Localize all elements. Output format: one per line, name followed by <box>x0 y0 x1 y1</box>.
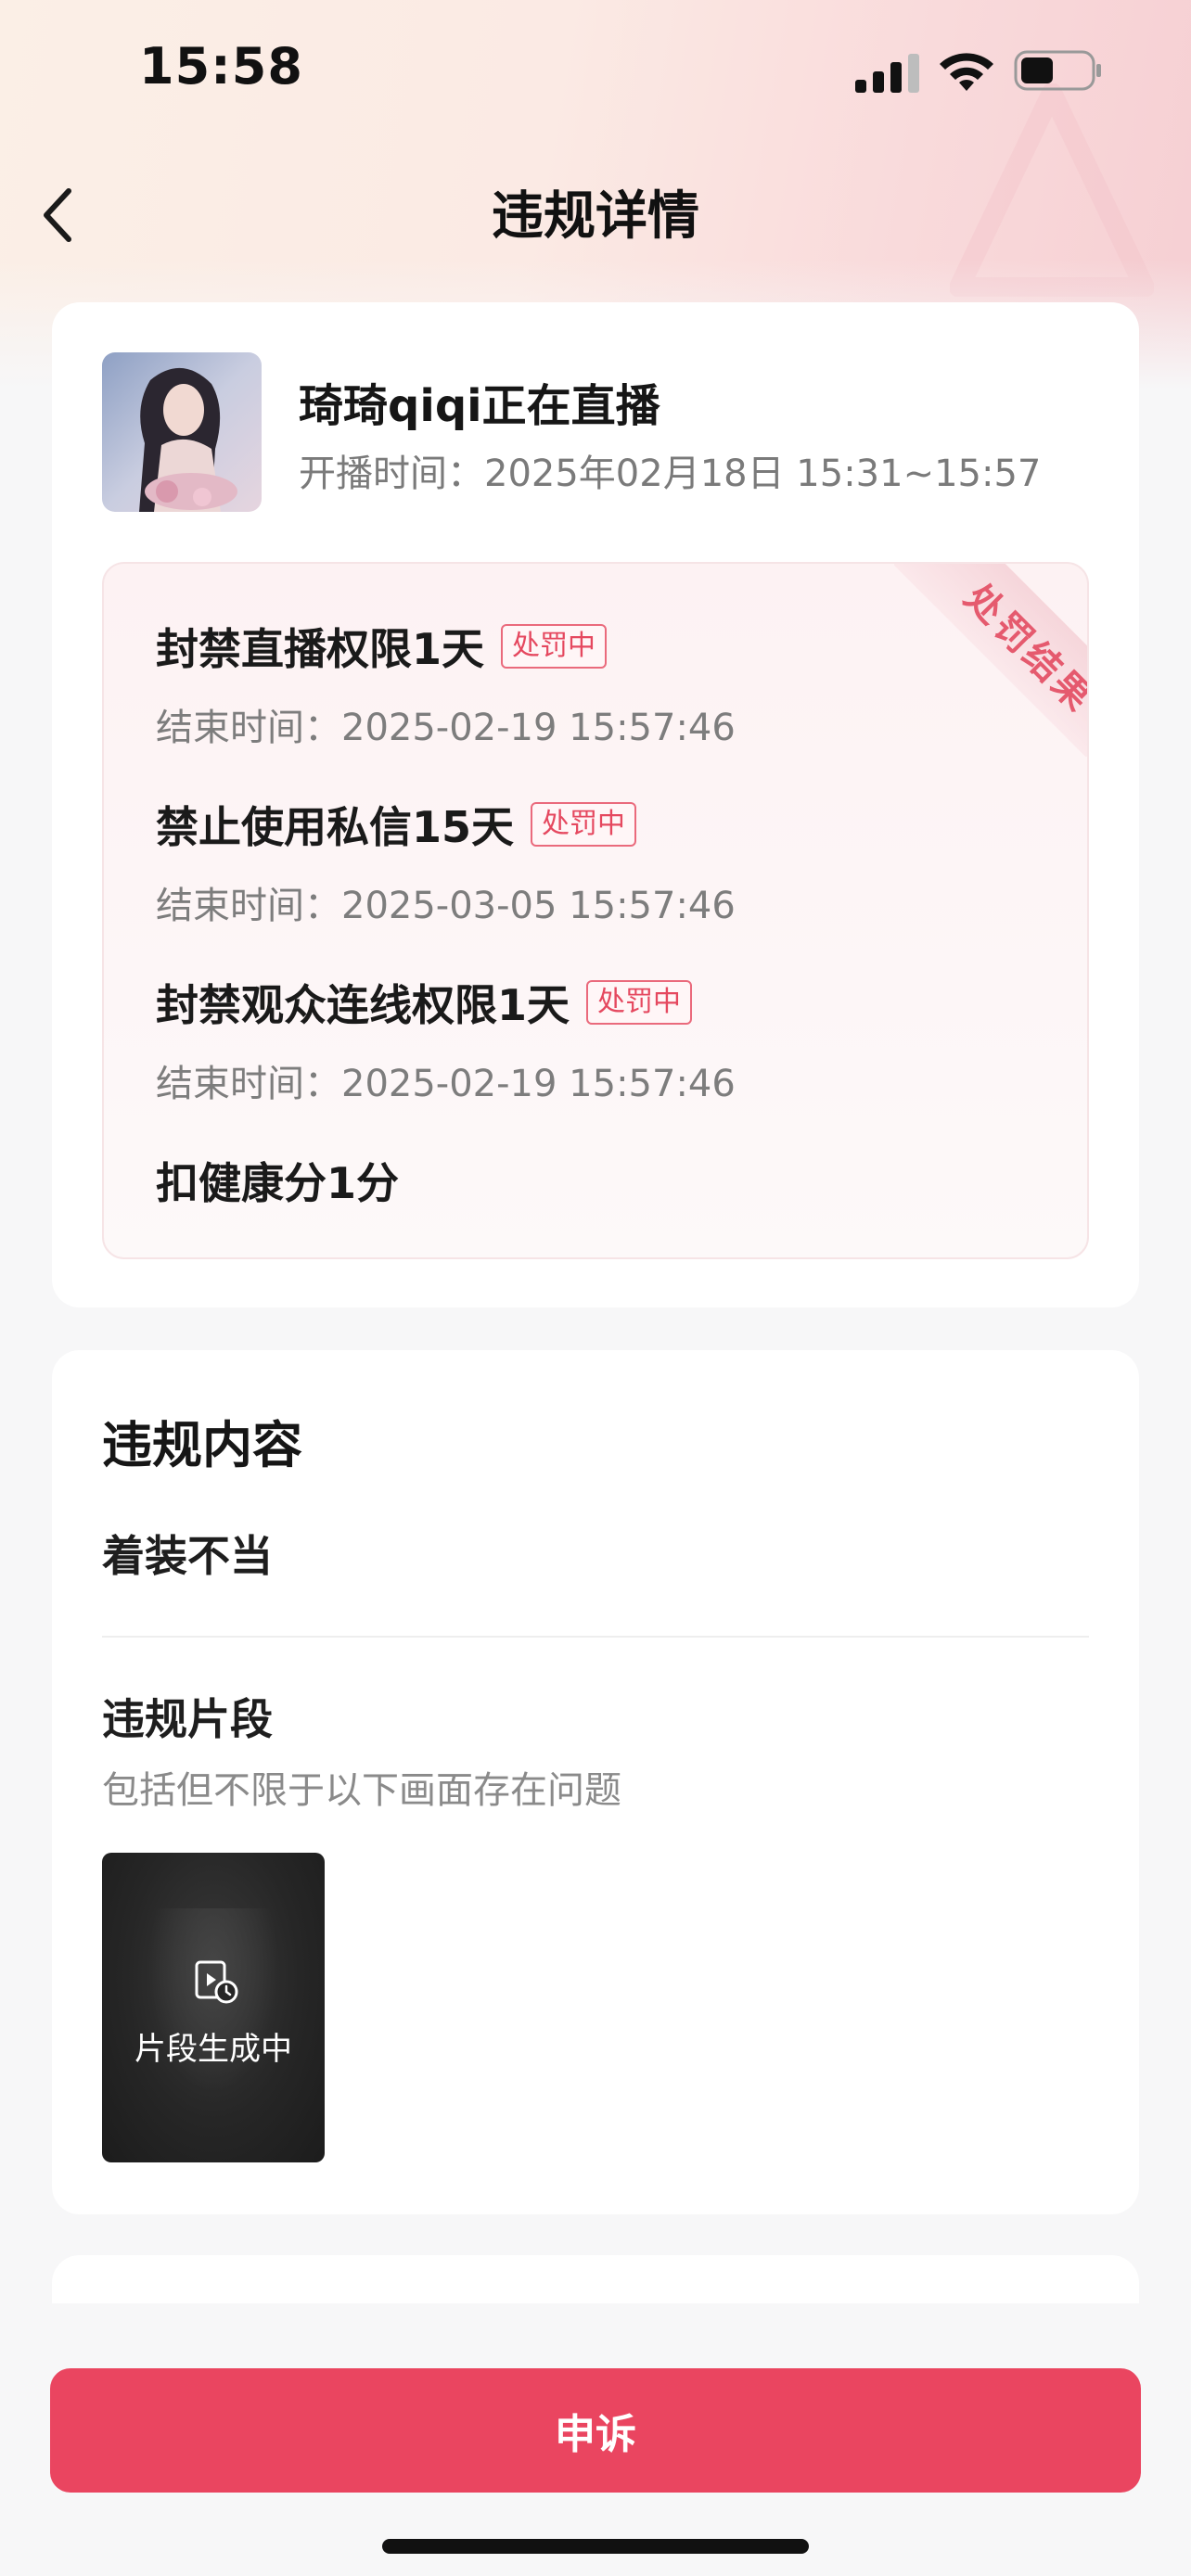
status-time: 15:58 <box>139 37 303 96</box>
status-bar: 15:58 <box>0 0 1191 139</box>
clip-description: 包括但不限于以下画面存在问题 <box>102 1769 621 1812</box>
penalty-result-ribbon: 处罚结果 <box>894 564 1089 757</box>
penalty-result-box: 处罚结果 封禁直播权限1天 处罚中 结束时间：2025-02-19 15:57:… <box>102 562 1089 1259</box>
violation-clip-thumbnail[interactable]: 片段生成中 <box>102 1853 325 2162</box>
cellular-signal-icon <box>855 54 919 93</box>
penalty-item: 禁止使用私信15天 处罚中 结束时间：2025-03-05 15:57:46 <box>156 794 736 929</box>
penalty-card: 琦琦qiqi正在直播 开播时间：2025年02月18日 15:31~15:57 … <box>52 302 1139 1307</box>
page-title: 违规详情 <box>492 186 699 247</box>
live-time: 开播时间：2025年02月18日 15:31~15:57 <box>299 453 1042 495</box>
penalty-label: 封禁直播权限1天 <box>156 624 485 674</box>
clip-status: 片段生成中 <box>134 2031 292 2068</box>
penalty-label: 禁止使用私信15天 <box>156 802 515 852</box>
streamer-live-title: 琦琦qiqi正在直播 <box>299 380 660 432</box>
clip-title: 违规片段 <box>102 1694 273 1744</box>
penalty-item: 封禁直播权限1天 处罚中 结束时间：2025-02-19 15:57:46 <box>156 616 736 751</box>
violation-section-title: 违规内容 <box>102 1416 302 1474</box>
violation-card: 违规内容 着装不当 违规片段 包括但不限于以下画面存在问题 片段生成中 <box>52 1350 1139 2214</box>
status-badge: 处罚中 <box>501 624 608 669</box>
status-badge: 处罚中 <box>531 802 637 847</box>
penalty-label: 封禁观众连线权限1天 <box>156 980 570 1030</box>
streamer-avatar <box>102 352 262 512</box>
battery-icon <box>1014 50 1101 91</box>
penalty-item: 封禁观众连线权限1天 处罚中 结束时间：2025-02-19 15:57:46 <box>156 972 736 1107</box>
penalty-end-time: 结束时间：2025-02-19 15:57:46 <box>156 1063 736 1105</box>
violation-type: 着装不当 <box>102 1531 273 1581</box>
penalty-end-time: 结束时间：2025-02-19 15:57:46 <box>156 707 736 749</box>
penalty-label: 扣健康分1分 <box>156 1158 400 1208</box>
wifi-icon <box>940 53 993 91</box>
divider <box>102 1636 1089 1638</box>
status-badge: 处罚中 <box>586 980 693 1025</box>
appeal-button[interactable]: 申诉 <box>50 2368 1141 2493</box>
penalty-item: 扣健康分1分 <box>156 1150 399 1211</box>
ribbon-label: 处罚结果 <box>955 576 1089 722</box>
video-clock-icon <box>195 1960 238 2004</box>
penalty-end-time: 结束时间：2025-03-05 15:57:46 <box>156 885 736 927</box>
home-indicator <box>382 2539 809 2554</box>
